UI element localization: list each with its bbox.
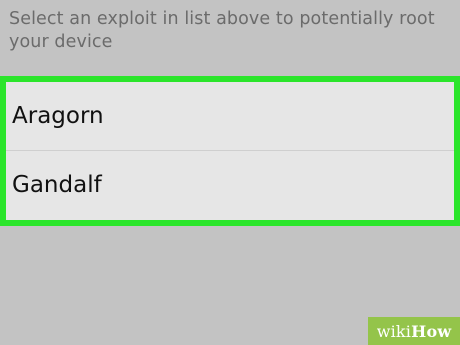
exploit-item-aragorn[interactable]: Aragorn [6,82,454,151]
exploit-item-gandalf[interactable]: Gandalf [6,151,454,219]
watermark-prefix: wiki [376,321,412,341]
instruction-text: Select an exploit in list above to poten… [9,9,435,52]
wikihow-watermark: wiki How [368,317,460,345]
watermark-suffix: How [411,321,452,341]
exploit-list: Aragorn Gandalf [0,76,460,226]
